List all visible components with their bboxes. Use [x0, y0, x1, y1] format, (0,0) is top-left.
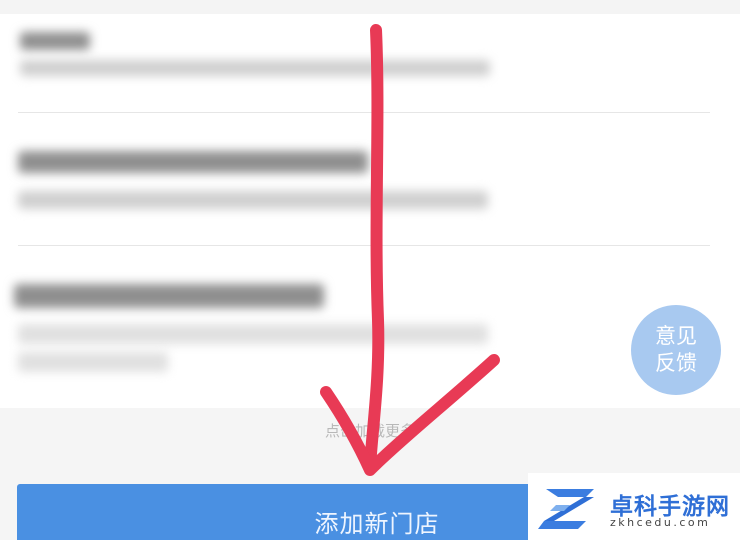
watermark-logo-icon: [538, 489, 594, 529]
redacted-store-address: [20, 60, 490, 76]
redacted-store-name: [14, 284, 324, 308]
watermark-domain: zkhcedu.com: [610, 516, 711, 529]
load-more-link[interactable]: 点击加载更多: [0, 420, 740, 441]
watermark: 卓科手游网 zkhcedu.com: [528, 473, 740, 540]
app-screen: 意见 反馈 点击加载更多 添加新门店 卓科手游网 zkhcedu.com: [0, 0, 740, 540]
list-item[interactable]: [0, 14, 740, 112]
redacted-store-address-line2: [18, 352, 168, 372]
top-strip: [0, 0, 740, 14]
list-item[interactable]: [0, 113, 740, 245]
redacted-store-name: [18, 151, 368, 173]
store-list: [0, 14, 740, 408]
redacted-store-address: [18, 191, 488, 209]
feedback-button[interactable]: 意见 反馈: [631, 305, 721, 395]
feedback-label-line2: 反馈: [655, 351, 697, 375]
list-item[interactable]: [0, 246, 740, 406]
feedback-label-line1: 意见: [655, 324, 697, 348]
redacted-store-name: [20, 32, 90, 50]
redacted-store-address: [18, 324, 488, 344]
